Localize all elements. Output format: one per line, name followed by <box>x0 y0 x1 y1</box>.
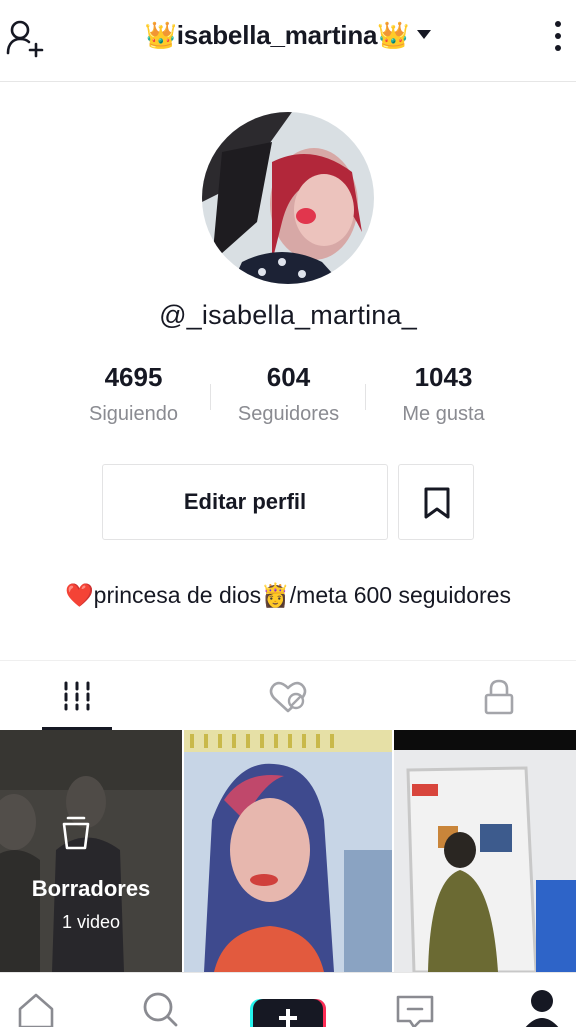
inbox-icon[interactable] <box>394 987 438 1027</box>
grid-icon <box>64 681 90 711</box>
profile-bio: ❤️princesa de dios👸/meta 600 seguidores <box>65 582 511 608</box>
stat-value: 1043 <box>414 362 473 392</box>
more-vertical-icon[interactable] <box>548 16 568 56</box>
top-bar: 👑isabella_martina👑 <box>0 0 576 82</box>
stat-following[interactable]: 4695 Siguiendo <box>56 362 211 426</box>
avatar-image <box>202 112 374 284</box>
caret-down-icon <box>417 29 432 39</box>
account-username: 👑isabella_martina👑 <box>144 20 410 50</box>
video-tile[interactable] <box>394 730 576 972</box>
stat-value: 604 <box>266 362 311 392</box>
stat-value: 4695 <box>104 362 163 392</box>
bottom-navigation <box>0 972 576 1027</box>
video-grid: Borradores 1 video <box>0 730 576 972</box>
video-thumbnail <box>184 730 392 972</box>
edit-profile-button[interactable]: Editar perfil <box>102 464 388 540</box>
account-switcher[interactable]: 👑isabella_martina👑 <box>0 20 576 51</box>
bookmark-icon <box>424 487 450 519</box>
stat-likes[interactable]: 1043 Me gusta <box>366 362 521 426</box>
video-thumbnail <box>394 730 576 972</box>
stats-row: 4695 Siguiendo 604 Seguidores 1043 Me gu… <box>56 362 520 432</box>
profile-avatar[interactable] <box>202 112 374 284</box>
liked-hidden-icon <box>269 681 307 713</box>
stat-label: Seguidores <box>237 403 340 425</box>
tab-videos[interactable] <box>0 661 192 731</box>
stat-label: Siguiendo <box>89 403 178 425</box>
video-tile[interactable] <box>184 730 392 972</box>
profile-tabs <box>0 660 576 730</box>
bookmarks-button[interactable] <box>398 464 474 540</box>
drafts-count: 1 video <box>61 912 121 932</box>
stat-label: Me gusta <box>402 403 485 425</box>
create-plus-icon[interactable] <box>248 987 328 1027</box>
tab-private[interactable] <box>384 661 576 731</box>
stat-followers[interactable]: 604 Seguidores <box>211 362 366 426</box>
home-icon[interactable] <box>14 987 58 1027</box>
profile-handle: @_isabella_martina_ <box>159 300 417 330</box>
drafts-icon <box>62 816 90 850</box>
tab-liked[interactable] <box>192 661 384 731</box>
lock-icon <box>484 679 514 715</box>
drafts-tile[interactable]: Borradores 1 video <box>0 730 182 972</box>
drafts-label: Borradores <box>31 876 151 901</box>
profile-icon[interactable] <box>520 987 564 1027</box>
search-icon[interactable] <box>138 987 182 1027</box>
